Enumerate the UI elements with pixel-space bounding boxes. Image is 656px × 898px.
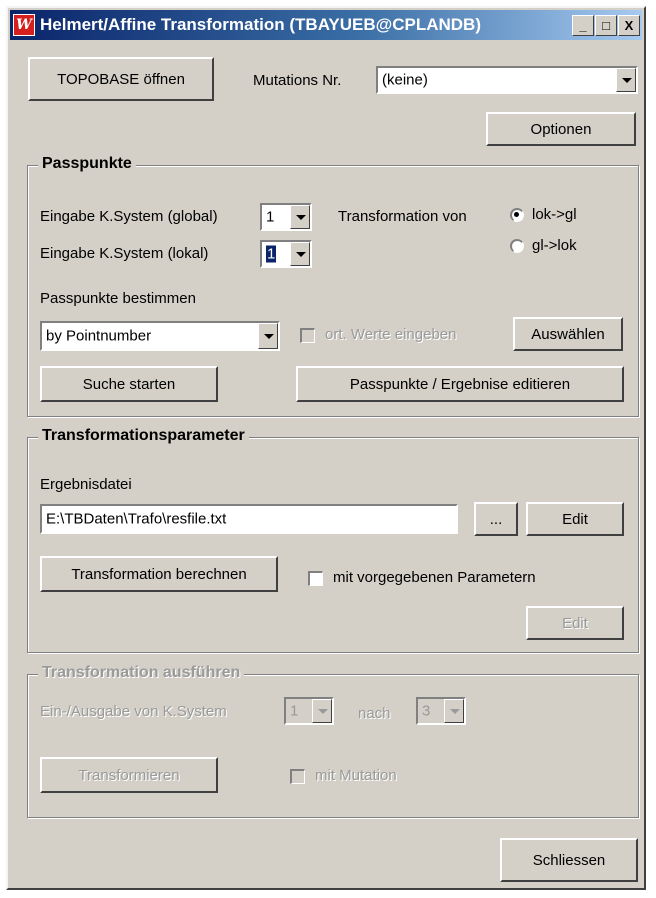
with-mutation-label: mit Mutation xyxy=(315,767,397,784)
transform-button[interactable]: Transformieren xyxy=(40,757,218,793)
options-button[interactable]: Optionen xyxy=(486,112,636,146)
from-system-value: 1 xyxy=(290,702,299,720)
passpunkte-group: Passpunkte Eingabe K.System (global) 1 E… xyxy=(27,155,639,417)
execute-title: Transformation ausführen xyxy=(38,664,245,682)
chevron-down-icon[interactable] xyxy=(616,68,636,92)
enter-local-label: ort. Werte eingeben xyxy=(325,326,457,343)
browse-button[interactable]: ... xyxy=(474,502,518,536)
mutation-number-value: (keine) xyxy=(382,71,428,89)
mutation-number-dropdown[interactable]: (keine) xyxy=(376,66,638,94)
local-system-dropdown[interactable]: 1 xyxy=(260,240,312,268)
method-value: by Pointnumber xyxy=(46,327,152,345)
topobase-open-button[interactable]: TOPOBASE öffnen xyxy=(28,57,214,101)
close-button[interactable]: Schliessen xyxy=(500,838,638,882)
io-system-label: Ein-/Ausgabe von K.System xyxy=(40,703,227,720)
chevron-down-icon[interactable] xyxy=(290,242,310,266)
result-file-value: E:\TBDaten\Trafo\resfile.txt xyxy=(46,510,227,528)
result-file-input[interactable]: E:\TBDaten\Trafo\resfile.txt xyxy=(40,504,458,534)
method-dropdown[interactable]: by Pointnumber xyxy=(40,321,280,351)
parameter-group: Transformationsparameter Ergebnisdatei E… xyxy=(27,427,639,653)
radio-lok-gl-label[interactable]: lok->gl xyxy=(532,206,577,223)
close-window-button[interactable]: X xyxy=(618,15,640,36)
compute-transformation-button[interactable]: Transformation berechnen xyxy=(40,556,278,592)
search-start-button[interactable]: Suche starten xyxy=(40,366,218,402)
global-system-dropdown[interactable]: 1 xyxy=(260,203,312,231)
local-system-label: Eingabe K.System (lokal) xyxy=(40,245,209,262)
passpunkte-title: Passpunkte xyxy=(38,155,136,173)
transformation-direction-label: Transformation von xyxy=(338,208,467,225)
global-system-label: Eingabe K.System (global) xyxy=(40,208,218,225)
edit-results-button[interactable]: Passpunkte / Ergebnise editieren xyxy=(296,366,624,402)
radio-gl-lok[interactable] xyxy=(510,239,524,253)
parameter-title: Transformationsparameter xyxy=(38,427,249,445)
window-title: Helmert/Affine Transformation (TBAYUEB@C… xyxy=(40,15,481,34)
local-system-value: 1 xyxy=(266,245,277,263)
radio-lok-gl[interactable] xyxy=(510,208,524,222)
global-system-value: 1 xyxy=(266,208,275,226)
app-icon: W xyxy=(13,14,35,36)
with-mutation-checkbox[interactable] xyxy=(290,769,305,784)
to-system-value: 3 xyxy=(422,702,431,720)
mutation-number-label: Mutations Nr. xyxy=(253,72,342,89)
predefined-parameters-checkbox[interactable] xyxy=(308,571,323,586)
dialog-window: W Helmert/Affine Transformation (TBAYUEB… xyxy=(6,6,646,890)
from-system-dropdown[interactable]: 1 xyxy=(284,697,334,725)
to-label: nach xyxy=(358,705,391,722)
chevron-down-icon[interactable] xyxy=(444,699,464,723)
predefined-parameters-label[interactable]: mit vorgegebenen Parametern xyxy=(333,569,536,586)
radio-gl-lok-label[interactable]: gl->lok xyxy=(532,237,577,254)
determine-label: Passpunkte bestimmen xyxy=(40,290,196,307)
chevron-down-icon[interactable] xyxy=(290,205,310,229)
minimize-button[interactable]: _ xyxy=(572,15,594,36)
edit-result-button[interactable]: Edit xyxy=(526,502,624,536)
chevron-down-icon[interactable] xyxy=(312,699,332,723)
title-bar[interactable]: W Helmert/Affine Transformation (TBAYUEB… xyxy=(10,10,642,40)
enter-local-checkbox[interactable] xyxy=(300,328,315,343)
select-button[interactable]: Auswählen xyxy=(513,317,623,351)
to-system-dropdown[interactable]: 3 xyxy=(416,697,466,725)
edit-parameters-button[interactable]: Edit xyxy=(526,606,624,640)
execute-group: Transformation ausführen Ein-/Ausgabe vo… xyxy=(27,664,639,818)
maximize-button[interactable]: □ xyxy=(595,15,617,36)
chevron-down-icon[interactable] xyxy=(258,323,278,349)
result-file-label: Ergebnisdatei xyxy=(40,476,132,493)
